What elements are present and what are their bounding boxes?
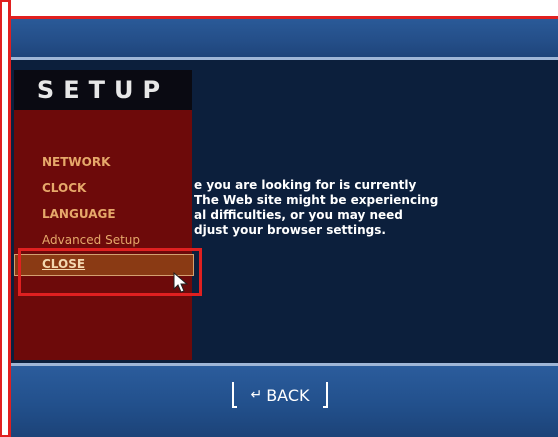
menu-item-network[interactable]: NETWORK — [42, 155, 110, 169]
setup-title: SETUP — [36, 76, 170, 104]
return-arrow-icon: ↵ — [250, 387, 263, 403]
menu-item-clock[interactable]: CLOCK — [42, 181, 86, 195]
mouse-pointer-icon — [173, 272, 189, 293]
back-label: BACK — [266, 385, 310, 405]
back-button[interactable]: ↵ BACK — [232, 382, 328, 408]
error-message: e you are looking for is currently The W… — [194, 178, 494, 238]
message-line: e you are looking for is currently — [194, 178, 417, 192]
header-bar — [11, 19, 558, 57]
menu-item-advanced-setup[interactable]: Advanced Setup — [42, 233, 140, 247]
menu-item-language[interactable]: LANGUAGE — [42, 207, 116, 221]
bracket-left — [232, 382, 237, 408]
message-line: al difficulties, or you may need — [194, 208, 403, 222]
setup-title-box: SETUP — [14, 70, 192, 110]
message-line: The Web site might be experiencing — [194, 193, 439, 207]
message-line: djust your browser settings. — [194, 223, 386, 237]
bracket-right — [323, 382, 328, 408]
